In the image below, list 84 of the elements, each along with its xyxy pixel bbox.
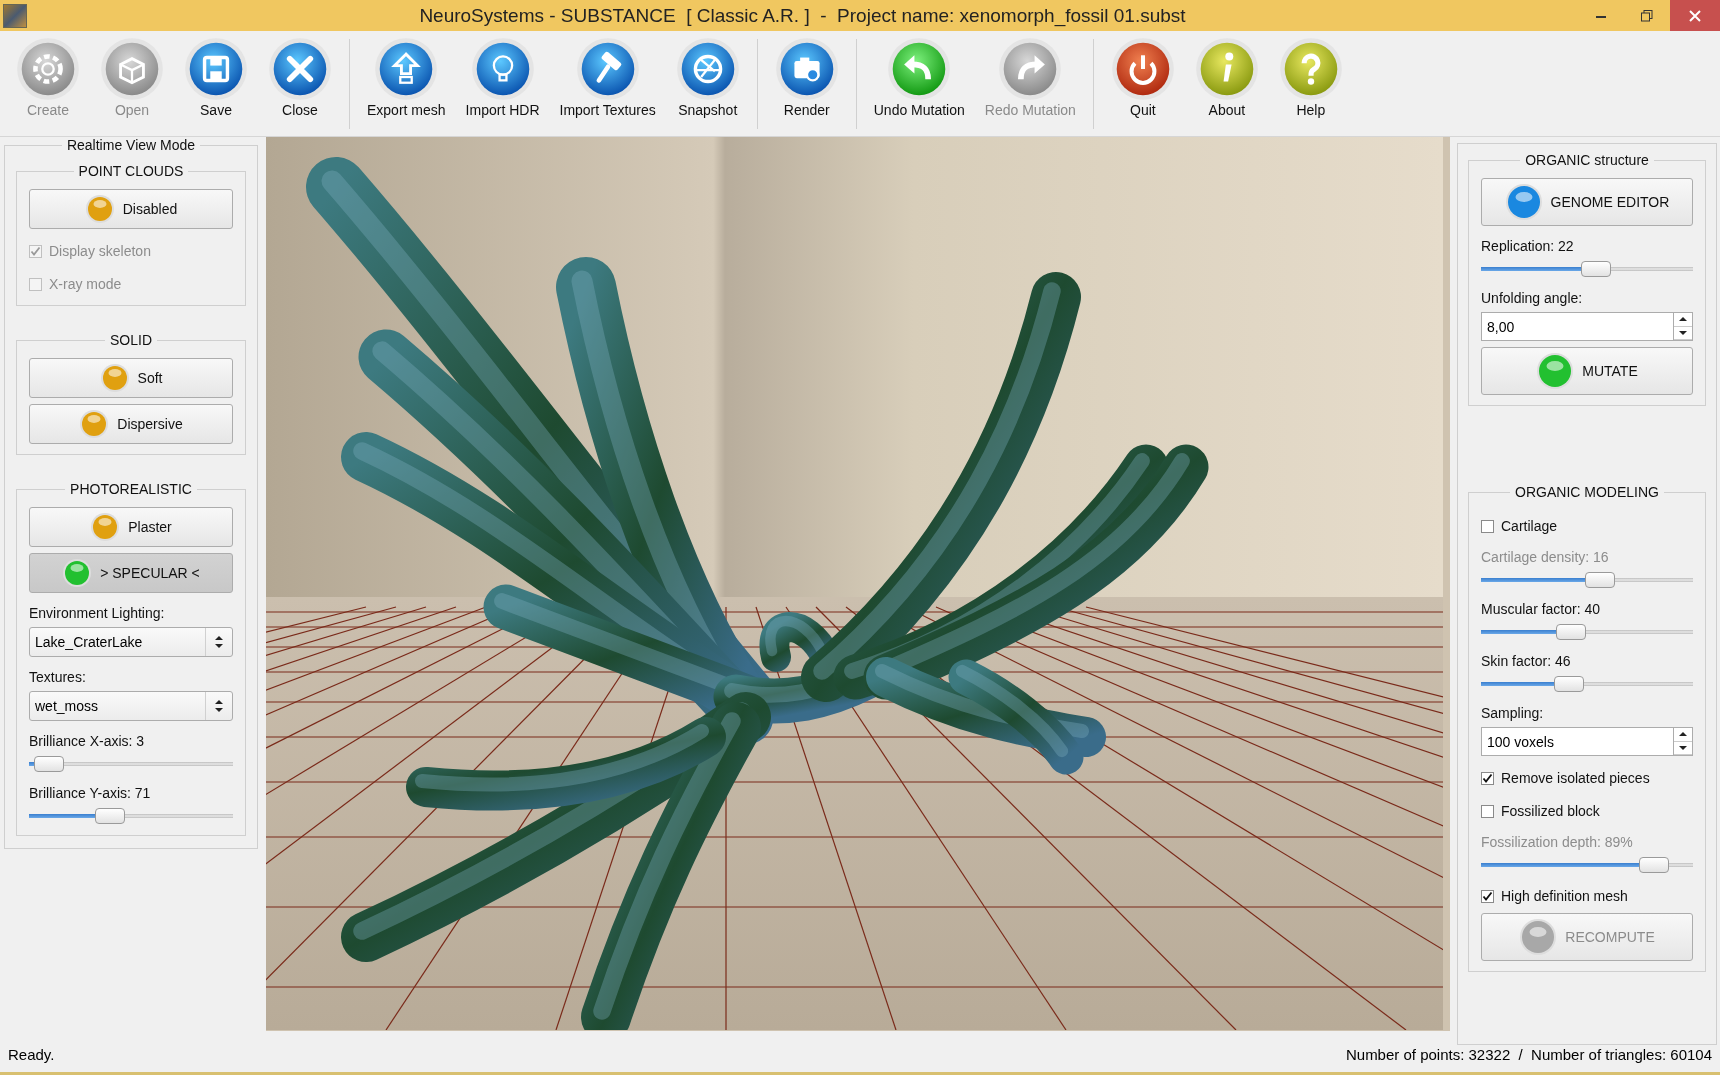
checkbox[interactable]: Remove isolated pieces — [1481, 767, 1693, 789]
group-title: POINT CLOUDS — [77, 163, 185, 179]
updown-arrows-icon — [214, 635, 224, 649]
spin-box[interactable]: 8,00 — [1481, 312, 1693, 341]
window-title: NeuroSystems - SUBSTANCE [ Classic A.R. ] - Project name: xenomorph_fossil 01.subst — [418, 4, 1187, 27]
status-message: Ready. — [8, 1046, 55, 1063]
slider-handle[interactable] — [1581, 261, 1612, 277]
upload-icon — [374, 37, 439, 101]
checkbox-box[interactable] — [1481, 519, 1494, 533]
toolbar-button[interactable]: Help — [1271, 37, 1350, 118]
spin-box[interactable]: 100 voxels — [1481, 727, 1693, 756]
slider-handle[interactable] — [1584, 572, 1615, 588]
disk-icon — [184, 37, 248, 101]
info-icon — [1194, 37, 1259, 101]
toolbar-button[interactable]: Import Textures — [552, 37, 663, 118]
updown-arrows-icon — [214, 699, 224, 713]
group-title: ORGANIC MODELING — [1514, 484, 1660, 500]
field-label: Muscular factor: 40 — [1481, 601, 1602, 617]
help-icon — [1278, 37, 1343, 101]
app-icon[interactable] — [3, 3, 27, 28]
dropdown[interactable]: Lake_CraterLake — [29, 627, 233, 657]
camera-icon — [774, 37, 839, 101]
toolbar-button[interactable]: About — [1187, 37, 1266, 118]
group-title: SOLID — [109, 332, 153, 348]
field-label: Environment Lighting: — [29, 605, 166, 621]
up-arrow-icon[interactable] — [1679, 317, 1687, 322]
close-window-button[interactable] — [1670, 0, 1720, 31]
checkbox[interactable]: Cartilage — [1481, 515, 1693, 537]
group-title: Realtime View Mode — [65, 137, 197, 153]
mode-button[interactable]: Disabled — [29, 189, 233, 229]
mode-button[interactable]: Soft — [29, 358, 233, 398]
toolbar-button[interactable]: Snapshot — [668, 37, 747, 118]
toolbar-button[interactable]: Quit — [1103, 37, 1182, 118]
toolbar-button[interactable]: Undo Mutation — [866, 37, 972, 118]
check-mark-icon — [1482, 891, 1493, 901]
close-icon — [1689, 9, 1701, 22]
toolbar-button[interactable]: Render — [767, 37, 846, 118]
slider-handle[interactable] — [95, 808, 126, 824]
field-label: Brilliance Y-axis: 71 — [29, 785, 152, 801]
mode-button[interactable]: MUTATE — [1481, 347, 1693, 395]
redo-icon — [998, 37, 1063, 101]
check-mark-icon — [30, 246, 41, 256]
field-label: Unfolding angle: — [1481, 290, 1584, 306]
mode-button[interactable]: > SPECULAR < — [29, 553, 233, 593]
box-icon — [100, 37, 164, 101]
undo-icon — [887, 37, 952, 101]
toolbar-button[interactable]: Close — [261, 37, 339, 118]
aperture-icon — [675, 37, 740, 101]
field-label: Brilliance X-axis: 3 — [29, 733, 146, 749]
checkbox-box[interactable] — [1481, 889, 1494, 903]
bulb-icon — [470, 37, 535, 101]
up-arrow-icon[interactable] — [1679, 732, 1687, 737]
checkbox-box[interactable] — [1481, 771, 1494, 785]
field-label: Sampling: — [1481, 705, 1545, 721]
down-arrow-icon[interactable] — [1679, 745, 1687, 750]
field-label: Fossilization depth: 89% — [1481, 834, 1634, 850]
toolbar-button[interactable]: Export mesh — [360, 37, 453, 118]
mode-button[interactable]: GENOME EDITOR — [1481, 178, 1693, 226]
power-icon — [1110, 37, 1175, 101]
field-label: Replication: 22 — [1481, 238, 1575, 254]
slider-handle[interactable] — [34, 756, 65, 772]
checkbox-box[interactable] — [1481, 804, 1494, 818]
toolbar-button[interactable]: Import HDR — [458, 37, 547, 118]
mesh-statistics: Number of points: 32322 / Number of triangles: 60104 — [1345, 1046, 1712, 1063]
field-label: Textures: — [29, 669, 87, 685]
field-label: Cartilage density: 16 — [1481, 549, 1610, 565]
checkbox[interactable]: High definition mesh — [1481, 885, 1693, 907]
slider-handle[interactable] — [1555, 624, 1586, 640]
gear-icon — [16, 37, 80, 101]
cross-icon — [268, 37, 332, 101]
checkbox[interactable]: Fossilized block — [1481, 800, 1693, 822]
roller-icon — [575, 37, 640, 101]
mode-button[interactable]: Plaster — [29, 507, 233, 547]
dropdown[interactable]: wet_moss — [29, 691, 233, 721]
check-mark-icon — [1482, 773, 1493, 783]
slider-handle[interactable] — [1639, 857, 1670, 873]
down-arrow-icon[interactable] — [1679, 330, 1687, 335]
group-title: PHOTOREALISTIC — [69, 481, 193, 497]
field-label: Skin factor: 46 — [1481, 653, 1572, 669]
restore-icon — [1641, 9, 1653, 22]
group-title: ORGANIC structure — [1524, 152, 1650, 168]
slider-handle[interactable] — [1553, 676, 1584, 692]
mode-button[interactable]: Dispersive — [29, 404, 233, 444]
toolbar-button[interactable]: Save — [177, 37, 255, 118]
